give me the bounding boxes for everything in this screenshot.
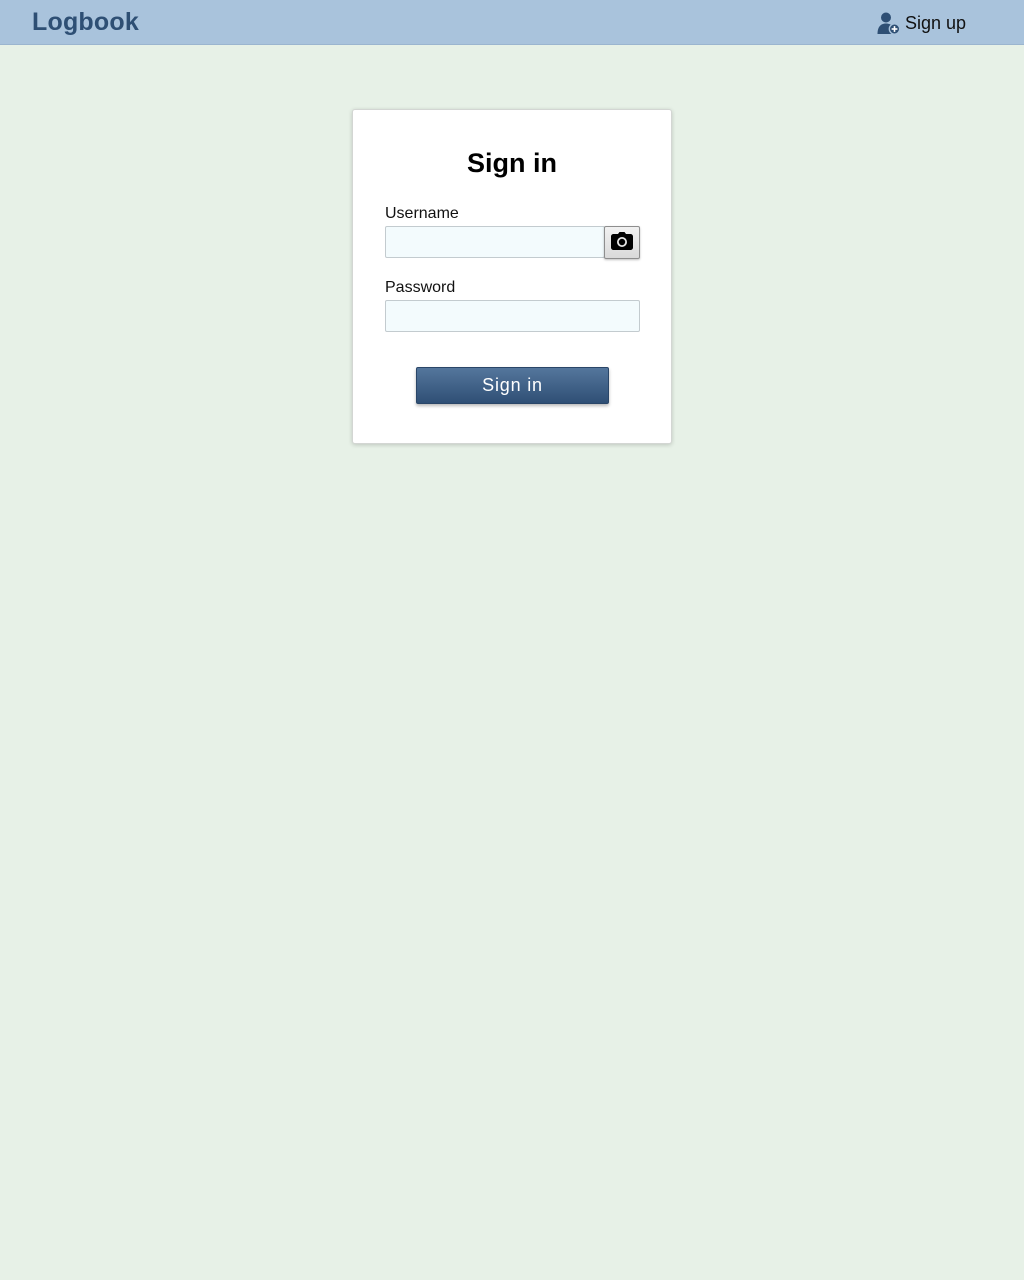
username-label: Username xyxy=(385,205,459,222)
brand-logo[interactable]: Logbook xyxy=(32,8,139,37)
top-bar: Logbook Sign up xyxy=(0,0,1024,45)
username-input[interactable] xyxy=(385,226,605,258)
signup-link[interactable]: Sign up xyxy=(877,10,966,36)
signup-label: Sign up xyxy=(905,12,967,33)
password-label: Password xyxy=(385,279,456,296)
password-input[interactable] xyxy=(385,300,640,332)
add-user-icon xyxy=(877,11,901,35)
signin-card: Sign in Username Password Sign in xyxy=(352,109,672,444)
camera-button[interactable] xyxy=(604,226,640,259)
signin-title: Sign in xyxy=(467,148,557,178)
camera-icon xyxy=(611,232,633,253)
signin-button[interactable]: Sign in xyxy=(416,367,609,404)
